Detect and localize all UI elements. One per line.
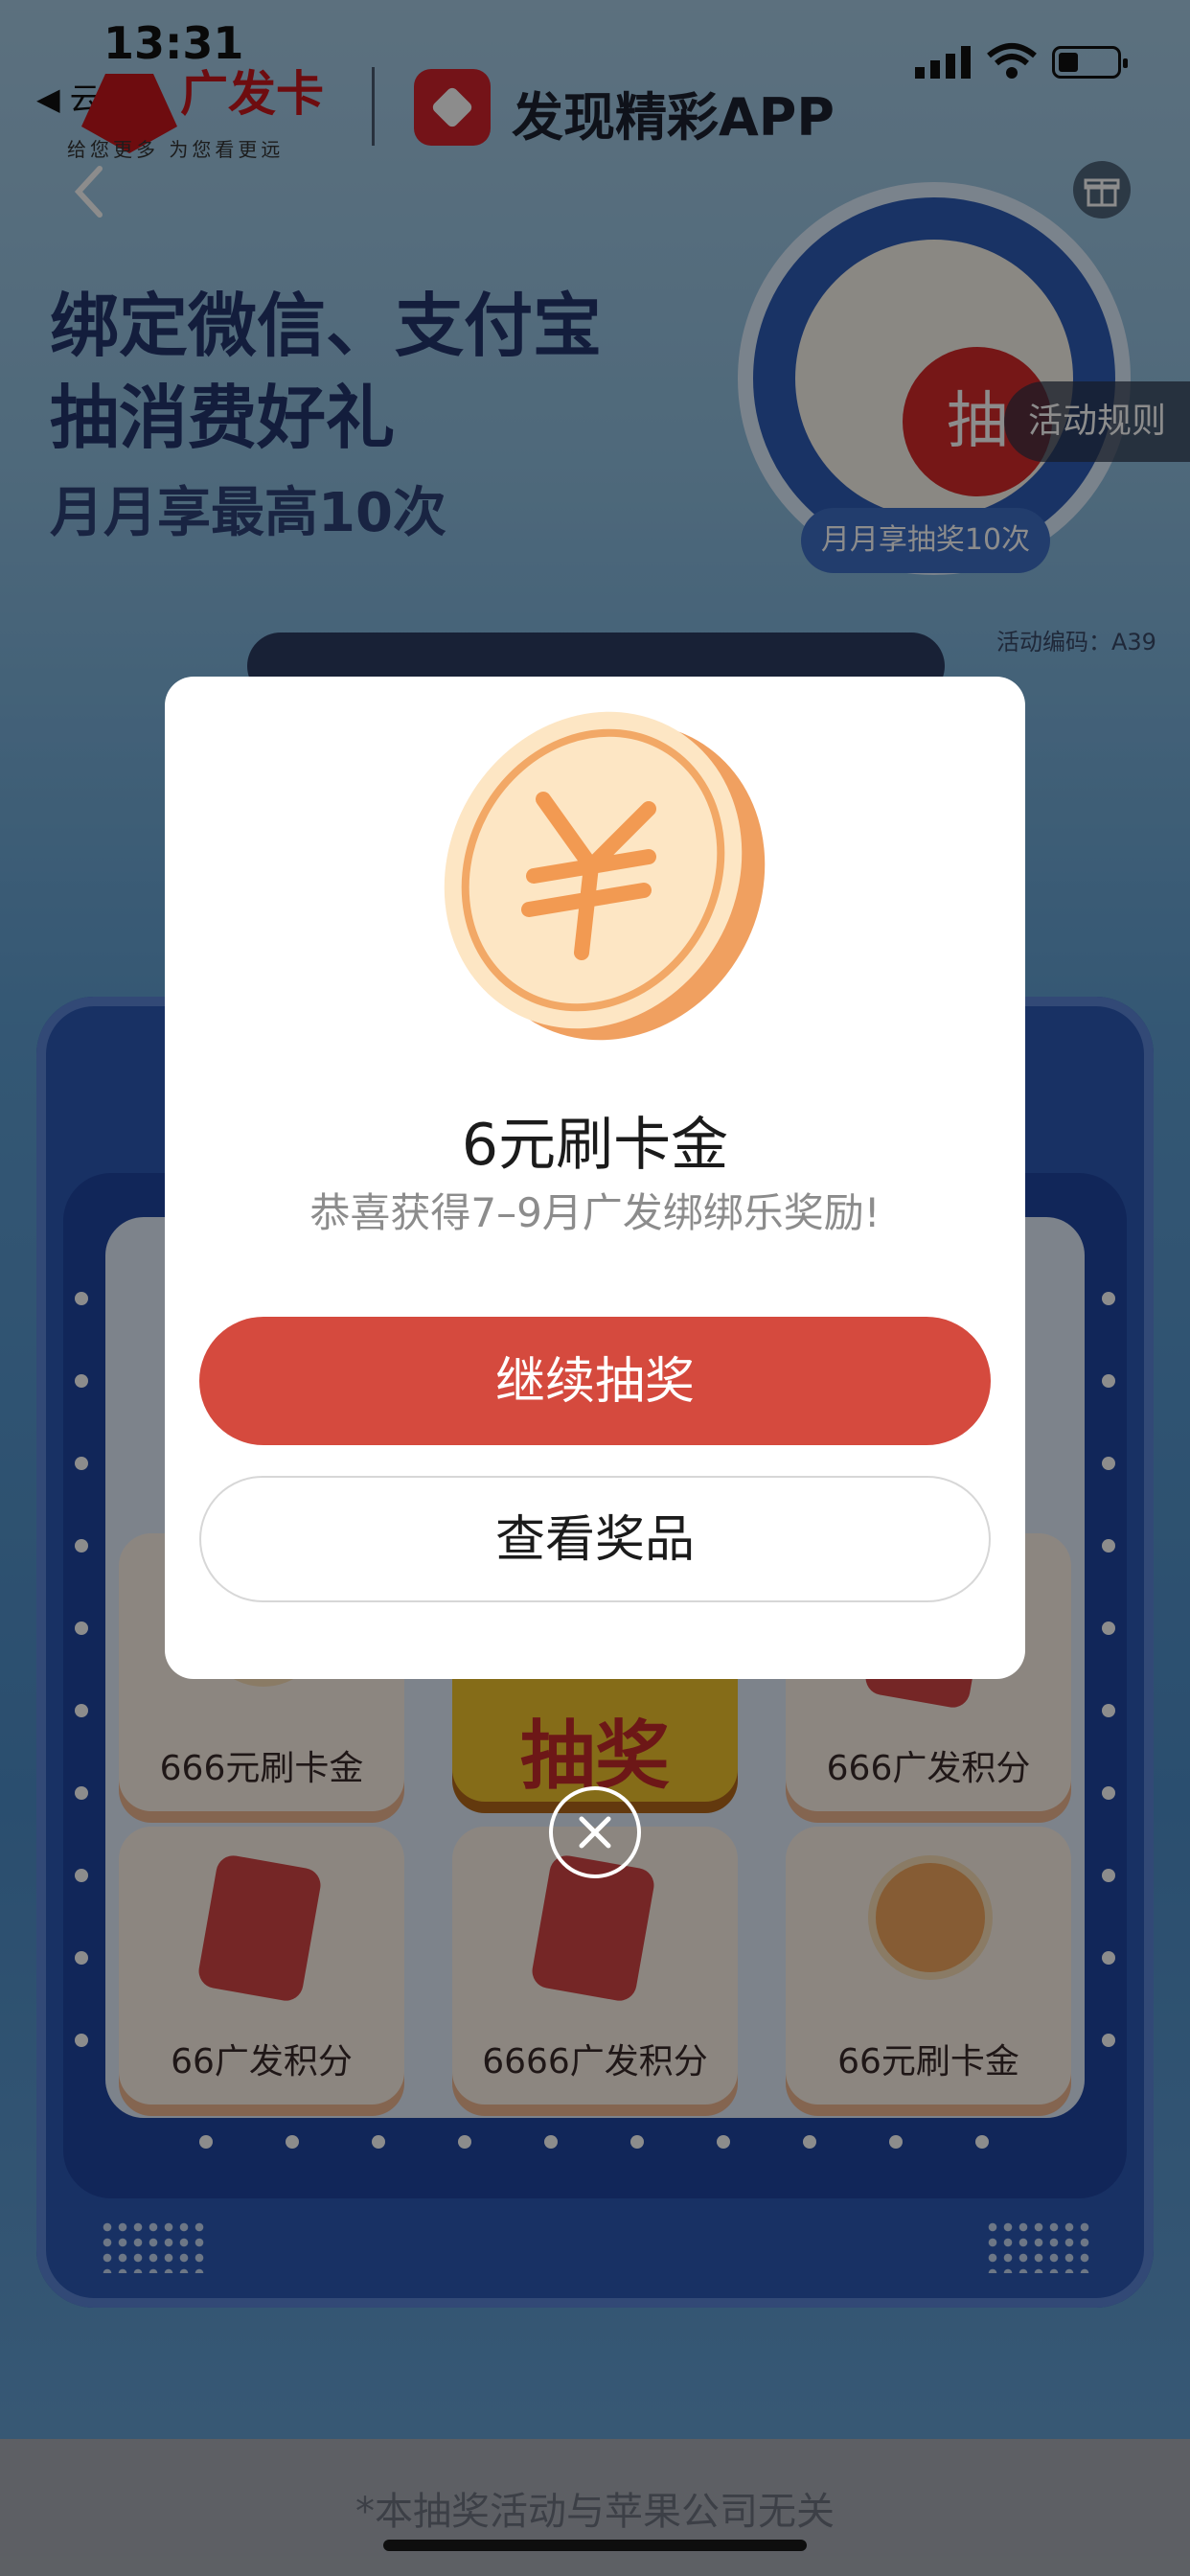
- prize-modal: 6元刷卡金 恭喜获得7–9月广发绑绑乐奖励! 继续抽奖 查看奖品: [165, 677, 1025, 1679]
- view-prizes-button[interactable]: 查看奖品: [199, 1476, 991, 1602]
- prize-title: 6元刷卡金: [461, 1112, 729, 1179]
- prize-subtitle: 恭喜获得7–9月广发绑绑乐奖励!: [309, 1189, 881, 1236]
- coin-icon: [444, 711, 766, 1041]
- lottery-page: 13:31 ◀ 云闪付 广发卡 给您更多 为您看更远 发现精彩APP 绑定微信、…: [0, 0, 1190, 2576]
- close-icon[interactable]: [549, 1786, 641, 1878]
- continue-draw-button[interactable]: 继续抽奖: [199, 1317, 991, 1445]
